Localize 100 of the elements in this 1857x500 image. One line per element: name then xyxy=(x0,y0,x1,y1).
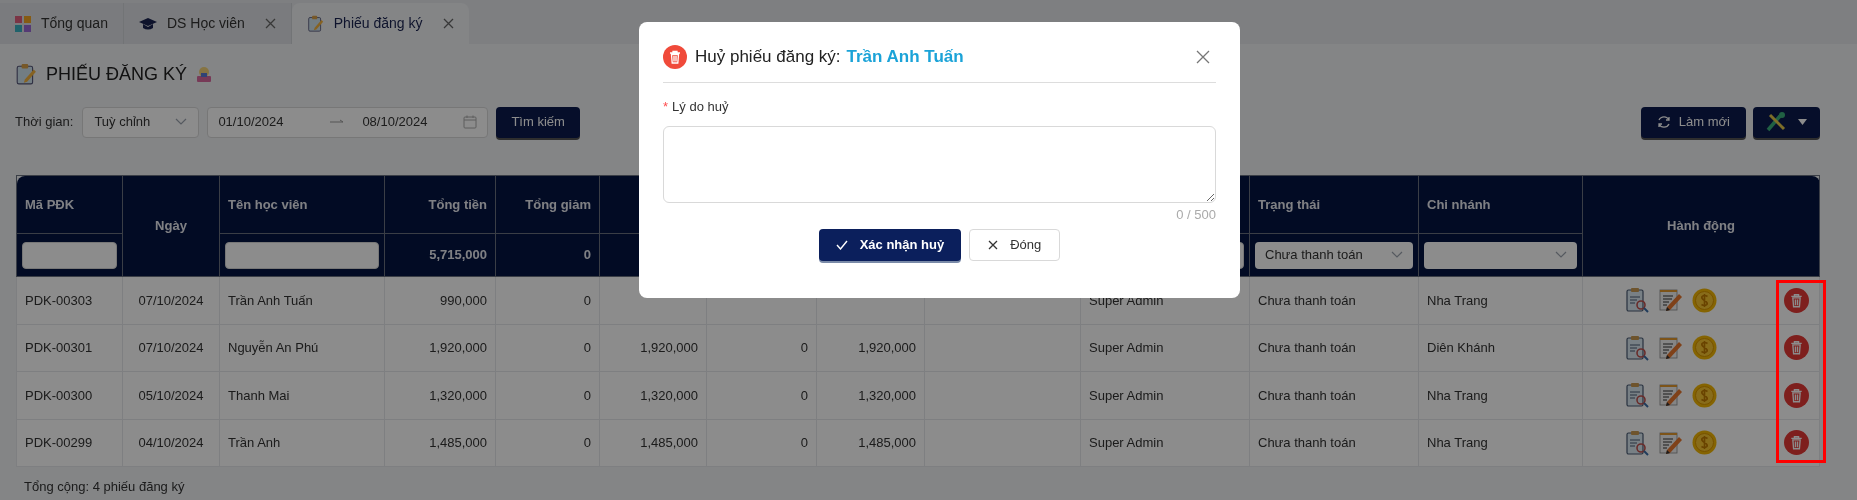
coin-icon[interactable] xyxy=(1692,430,1717,456)
table-cell: Trần Anh Tuấn xyxy=(228,292,313,308)
coin-icon[interactable] xyxy=(1692,335,1717,361)
reason-field[interactable] xyxy=(663,126,1216,203)
filter-label: Thời gian: xyxy=(15,113,74,132)
delete-icon[interactable] xyxy=(1784,335,1809,361)
close-icon[interactable] xyxy=(264,18,276,29)
table-cell: Nha Trang xyxy=(1427,292,1488,308)
date-range-field[interactable]: 01/10/2024 08/10/2024 xyxy=(207,106,489,138)
column-total: 5,715,000 xyxy=(429,247,488,263)
table-cell: 1,320,000 xyxy=(858,387,916,403)
column-header: Hành động xyxy=(1582,175,1820,277)
filter-input[interactable] xyxy=(225,241,379,269)
delete-icon xyxy=(663,44,687,69)
table-cell: PDK-00299 xyxy=(25,435,93,450)
clipboard-icon xyxy=(15,63,37,85)
clipboard-search-icon[interactable] xyxy=(1625,429,1649,456)
table-cell: 1,485,000 xyxy=(640,435,698,450)
table-cell: PDK-00301 xyxy=(25,340,93,355)
edit-note-icon[interactable] xyxy=(1659,288,1683,313)
page-title: PHIẾU ĐĂNG KÝ xyxy=(46,62,188,86)
column-header: Ngày xyxy=(122,175,220,277)
table-cell: PDK-00300 xyxy=(25,387,93,403)
table-cell: Chưa thanh toán xyxy=(1258,340,1356,355)
edit-note-icon[interactable] xyxy=(1659,430,1683,455)
refresh-icon xyxy=(1656,115,1671,129)
table-cell: 05/10/2024 xyxy=(138,387,204,403)
table-cell: 990,000 xyxy=(440,292,487,308)
table-cell: Nha Trang xyxy=(1427,387,1488,403)
filter-select[interactable]: Chưa thanh toán xyxy=(1255,241,1413,269)
table-cell: 0 xyxy=(583,387,591,403)
tools-menu-button[interactable] xyxy=(1753,106,1820,138)
confirm-button[interactable]: Xác nhận huỷ xyxy=(818,228,962,261)
table-cell: Nha Trang xyxy=(1427,435,1488,450)
edit-note-icon[interactable] xyxy=(1659,383,1683,408)
clipboard-search-icon[interactable] xyxy=(1625,287,1649,314)
column-header: Mã PĐK xyxy=(16,175,123,234)
period-select[interactable]: Tuỳ chỉnh xyxy=(82,106,200,138)
table-cell: Trần Anh xyxy=(228,435,281,450)
table-cell: 04/10/2024 xyxy=(138,435,204,450)
table-cell: 0 xyxy=(583,435,591,450)
delete-icon[interactable] xyxy=(1784,382,1809,408)
column-header: Trạng thái xyxy=(1249,175,1419,234)
clipboard-search-icon[interactable] xyxy=(1625,382,1649,409)
table-cell: Thanh Mai xyxy=(228,387,290,403)
edit-note-icon[interactable] xyxy=(1659,335,1683,360)
graduation-cap-icon xyxy=(138,16,157,31)
tab[interactable]: Tổng quan xyxy=(0,3,124,44)
table-cell: 07/10/2024 xyxy=(138,292,204,308)
chevron-down-icon xyxy=(1555,251,1567,259)
refresh-button[interactable]: Làm mới xyxy=(1640,106,1746,138)
column-total: 0 xyxy=(583,247,592,263)
table-cell: 0 xyxy=(800,387,808,403)
table-cell: 1,920,000 xyxy=(429,340,487,355)
tab[interactable]: DS Học viên xyxy=(123,3,292,44)
table-cell: Chưa thanh toán xyxy=(1258,435,1356,450)
table-cell: 0 xyxy=(583,292,591,308)
table-cell: Super Admin xyxy=(1089,340,1164,355)
character-counter: 0 / 500 xyxy=(1176,207,1216,222)
table-cell: Chưa thanh toán xyxy=(1258,387,1356,403)
table-cell: 1,920,000 xyxy=(640,340,698,355)
table-cell: 0 xyxy=(800,340,808,355)
filter-input[interactable] xyxy=(22,241,117,269)
table-cell: 07/10/2024 xyxy=(138,340,204,355)
close-icon xyxy=(988,239,999,250)
coin-icon[interactable] xyxy=(1692,287,1717,313)
table-cell: 1,320,000 xyxy=(429,387,487,403)
close-icon[interactable] xyxy=(442,18,454,29)
table-footer: Tổng cộng: 4 phiếu đăng ký xyxy=(24,479,185,494)
table-cell: 1,485,000 xyxy=(429,435,487,450)
close-button[interactable]: Đóng xyxy=(969,228,1061,261)
column-header: Tổng giảm xyxy=(495,175,600,234)
dialog-title: Huỷ phiếu đăng ký: xyxy=(695,46,841,68)
check-icon xyxy=(835,239,848,250)
required-mark: * xyxy=(663,97,669,116)
table-cell: 1,320,000 xyxy=(640,387,698,403)
delete-icon[interactable] xyxy=(1784,430,1809,456)
table-cell: 0 xyxy=(800,435,808,450)
tools-icon xyxy=(1766,112,1788,132)
chevron-down-icon xyxy=(1391,251,1403,259)
table-cell: 0 xyxy=(583,340,591,355)
coin-icon[interactable] xyxy=(1692,382,1717,408)
student-name: Trần Anh Tuấn xyxy=(846,46,964,68)
table-cell: Super Admin xyxy=(1089,435,1164,450)
table-cell: PDK-00303 xyxy=(25,292,93,308)
calendar-icon xyxy=(463,115,478,129)
chevron-down-icon xyxy=(175,118,188,126)
table-cell: Super Admin xyxy=(1089,387,1164,403)
search-button[interactable]: Tìm kiếm xyxy=(496,106,580,138)
grid-icon xyxy=(15,15,31,32)
caret-icon xyxy=(1798,119,1807,125)
column-header: Tên học viên xyxy=(219,175,385,234)
delete-icon[interactable] xyxy=(1784,287,1809,313)
clipboard-search-icon[interactable] xyxy=(1625,334,1649,361)
field-label: Lý do huỷ xyxy=(672,97,729,116)
arrow-right-icon xyxy=(330,119,345,125)
close-icon[interactable] xyxy=(1196,49,1210,64)
tab[interactable]: Phiếu đăng ký xyxy=(291,3,469,44)
table-cell: Diên Khánh xyxy=(1427,340,1495,355)
filter-select[interactable] xyxy=(1424,241,1577,269)
